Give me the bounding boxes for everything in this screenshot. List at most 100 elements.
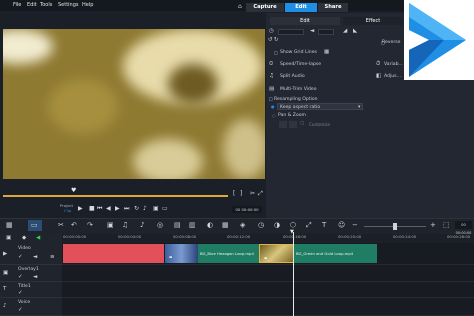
timeline-timecode[interactable]: 00 00:00:00 — [455, 221, 472, 235]
mask-icon[interactable]: ◐ — [207, 221, 213, 229]
speaker-icon[interactable]: ◄ — [33, 274, 37, 280]
go-end-icon[interactable]: ⏭ — [124, 205, 129, 213]
mask-creator-icon[interactable]: ◈ — [240, 221, 245, 229]
volume-icon[interactable]: ♪ — [143, 205, 147, 212]
time-remap-icon[interactable]: ◷ — [258, 221, 264, 229]
speed-icon[interactable]: ⏲ — [269, 61, 273, 68]
ripple-edit-icon[interactable]: ◀ — [36, 235, 40, 241]
tab-share[interactable]: Share — [318, 3, 348, 12]
multicam-icon[interactable]: ▥ — [189, 221, 196, 229]
expand-icon[interactable]: ⤢ — [258, 190, 263, 198]
speed-timelapse-button[interactable]: Speed/Time-lapse — [280, 62, 321, 67]
prev-frame-icon[interactable]: ◀ — [106, 205, 111, 212]
subtitle-icon[interactable]: ▤ — [174, 221, 181, 229]
pan-zoom-preset[interactable] — [279, 121, 287, 128]
lane-title[interactable] — [62, 282, 474, 298]
next-frame-icon[interactable]: ▶ — [115, 205, 120, 212]
menu-tools[interactable]: Tools — [40, 2, 52, 8]
adjust-button[interactable]: Adjus... — [384, 74, 401, 79]
clip-blue-thumbnail[interactable]: ▬ — [165, 244, 198, 263]
show-grid-lines-label[interactable]: Show Grid Lines — [280, 50, 317, 55]
clock-icon[interactable]: ◷ — [269, 28, 274, 34]
lock-icon[interactable]: ✓ — [18, 307, 23, 313]
checkbox-icon[interactable]: □ — [274, 50, 278, 55]
stop-icon[interactable]: ■ — [89, 205, 95, 212]
tools-icon[interactable]: ✂ — [58, 221, 64, 229]
radio-icon[interactable]: ○ — [272, 113, 276, 118]
rotate-right-icon[interactable]: ↻ — [274, 37, 279, 43]
mark-in-icon[interactable]: [ — [233, 190, 235, 197]
add-chapter-icon[interactable]: ◆ — [22, 235, 26, 241]
play-icon[interactable]: ▶ — [78, 205, 83, 212]
tab-edit[interactable]: Edit — [285, 3, 317, 12]
clip-blue-hexagon[interactable]: BG_Blue Hexagon Loop.mp4 — [198, 244, 259, 263]
clip-gold-thumbnail[interactable]: ▬ — [259, 244, 294, 263]
playhead-handle-icon[interactable]: ▼ — [290, 229, 294, 235]
pan-zoom-label[interactable]: Pan & Zoom — [278, 113, 306, 118]
menu-settings[interactable]: Settings — [58, 2, 79, 8]
timeline-playhead[interactable] — [293, 232, 294, 316]
lock-icon[interactable]: ✓ — [18, 254, 23, 260]
zoom-in-icon[interactable]: + — [430, 221, 436, 229]
variable-speed-icon[interactable]: ⏱ — [376, 61, 380, 68]
radio-selected-icon[interactable]: ● — [271, 104, 275, 109]
track-manager-icon[interactable]: ▣ — [6, 235, 11, 241]
lane-overlay[interactable] — [62, 265, 474, 282]
volume-field[interactable] — [318, 29, 334, 35]
checkbox-icon[interactable]: □ — [269, 96, 273, 101]
screen-icon[interactable]: ▭ — [162, 205, 168, 212]
rotate-left-icon[interactable]: ↺ — [268, 37, 273, 43]
motion-track-icon[interactable]: ◎ — [157, 221, 163, 229]
lock-icon[interactable]: ✓ — [18, 274, 23, 280]
resampling-option-label[interactable]: Resampling Option — [274, 97, 318, 102]
timecode-display[interactable]: 00 00:00:00 — [232, 206, 262, 213]
lock-icon[interactable]: ✓ — [18, 290, 23, 296]
reverse-label[interactable]: Reverse — [382, 40, 400, 45]
multi-trim-button[interactable]: Multi-Trim Video — [280, 87, 317, 92]
customize-icon[interactable]: ▢ — [300, 121, 304, 126]
split-audio-icon[interactable]: ♫ — [269, 73, 274, 79]
storyboard-view-icon[interactable]: ▦ — [6, 221, 13, 229]
multi-trim-icon[interactable]: ▤ — [269, 86, 274, 92]
record-icon[interactable]: ▣ — [107, 221, 114, 229]
pan-zoom-preset[interactable] — [289, 121, 297, 128]
menu-help[interactable]: Help — [82, 2, 93, 8]
duration-field[interactable] — [278, 29, 304, 35]
clip-mode-label[interactable]: Clip — [64, 208, 71, 213]
grid-icon[interactable]: ▦ — [324, 49, 329, 55]
clip-color[interactable] — [63, 244, 164, 263]
split-icon[interactable]: ✂ — [250, 190, 255, 197]
resampling-select[interactable]: Keep aspect ratio ▾ — [277, 103, 363, 110]
clip-green-gold[interactable]: BG_Green and Gold Loop.mp4 — [294, 244, 377, 263]
speaker-icon[interactable]: ◄ — [33, 254, 37, 260]
pan-zoom-icon[interactable]: ⬡ — [290, 221, 296, 229]
fit-icon[interactable]: ⤢ — [306, 221, 312, 230]
timeline-view-button[interactable]: ▭ — [28, 220, 42, 231]
fit-project-icon[interactable]: ⬚ — [443, 221, 450, 229]
menu-edit[interactable]: Edit — [27, 2, 37, 8]
adjust-icon[interactable]: ◧ — [376, 73, 381, 79]
face-index-icon[interactable]: ☺ — [338, 221, 345, 229]
go-start-icon[interactable]: ⏮ — [97, 205, 102, 213]
repeat-icon[interactable]: ↻ — [134, 205, 139, 212]
zoom-slider-handle[interactable] — [393, 223, 397, 230]
audio-mixer-icon[interactable]: ♫ — [122, 221, 128, 229]
scrub-bar[interactable] — [3, 195, 228, 197]
zoom-out-icon[interactable]: − — [352, 221, 358, 229]
undo-icon[interactable]: ↶ — [71, 221, 77, 229]
auto-music-icon[interactable]: ♪ — [140, 221, 144, 229]
mark-out-icon[interactable]: ] — [240, 190, 242, 197]
variable-speed-button[interactable]: Variab... — [384, 62, 403, 67]
hd-icon[interactable]: ▣ — [153, 205, 159, 212]
split-audio-button[interactable]: Split Audio — [280, 74, 305, 79]
redo-icon[interactable]: ↷ — [87, 221, 93, 229]
track-menu-icon[interactable]: ≡ — [50, 254, 55, 260]
customize-button[interactable]: Customize — [309, 122, 330, 127]
color-grading-icon[interactable]: ◑ — [274, 221, 280, 229]
tab-panel-edit[interactable]: Edit — [270, 17, 340, 25]
volume-icon[interactable]: ◄ — [310, 28, 314, 34]
lane-voice[interactable] — [62, 298, 474, 316]
tab-panel-effect[interactable]: Effect — [343, 17, 403, 25]
tab-capture[interactable]: Capture — [246, 3, 284, 12]
home-icon[interactable]: ⌂ — [238, 3, 242, 10]
